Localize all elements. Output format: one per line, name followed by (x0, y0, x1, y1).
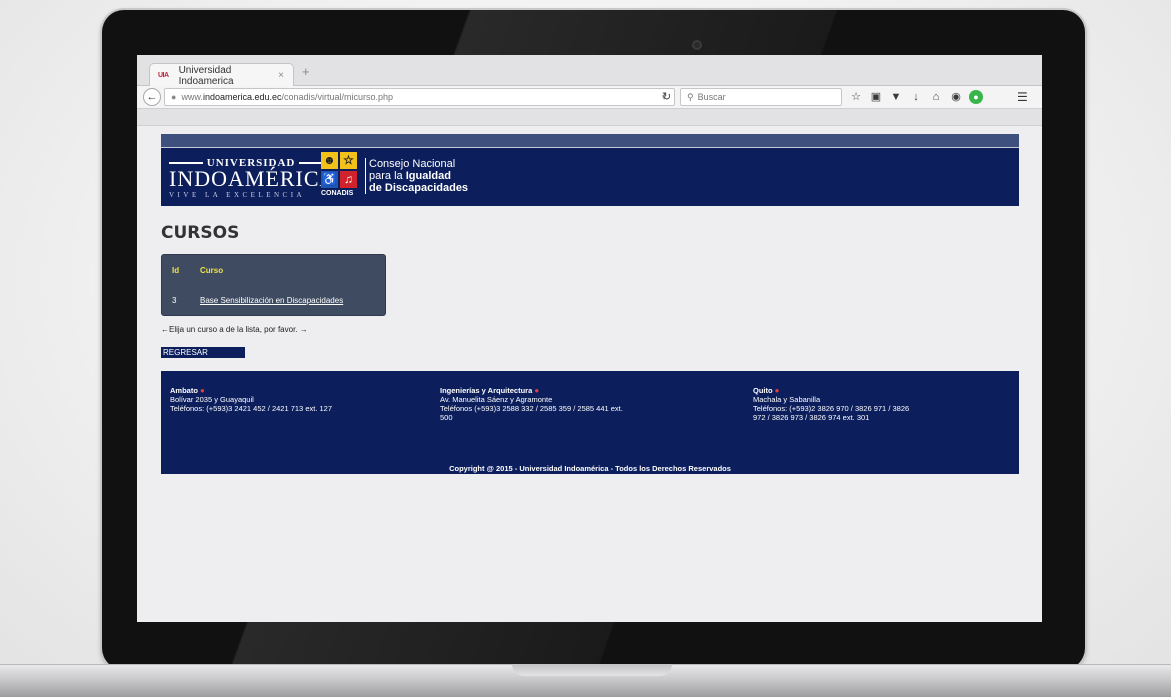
conadis-line2b: Igualdad (405, 170, 451, 182)
wheelchair-icon: ♿ (321, 171, 338, 188)
webcam (692, 40, 702, 50)
back-button[interactable]: ← (143, 88, 161, 106)
footer-campus-ingenierias: Ingenierías y Arquitectura ● Av. Manueli… (440, 386, 630, 422)
campus-name: Ingenierías y Arquitectura (440, 386, 533, 395)
browser-tab[interactable]: UIA Universidad Indoamerica × (149, 63, 294, 87)
course-link[interactable]: Base Sensibilización en Discapacidades (200, 296, 343, 305)
campus-address: Av. Manuelita Sáenz y Agramonte (440, 395, 553, 404)
chat-icon[interactable]: ◉ (949, 90, 963, 104)
map-pin-icon: ● (774, 386, 780, 395)
toolbar-icons: ☆ ▣ ▼ ↓ ⌂ ◉ ● (849, 90, 983, 104)
page-content: UNIVERSIDAD INDOAMÉRICA VIVE LA EXCELENC… (137, 126, 1042, 622)
courses-table: Id Curso 3 Base Sensibilización en Disca… (161, 254, 386, 316)
campus-phones: Teléfonos: (+593)3 2421 452 / 2421 713 e… (170, 404, 333, 413)
page-title: CURSOS (161, 223, 240, 243)
campus-address: Machala y Sabanilla (753, 395, 821, 404)
instruction-text: ←Elija un curso a de la lista, por favor… (161, 325, 308, 334)
conadis-line2a: para la (369, 170, 406, 182)
copyright-text: Copyright @ 2015 - Universidad Indoaméri… (449, 464, 731, 473)
header-top-strip (161, 134, 1019, 148)
star-icon[interactable]: ☆ (849, 90, 863, 104)
bookmark-bar (137, 109, 1042, 126)
site-header: UNIVERSIDAD INDOAMÉRICA VIVE LA EXCELENC… (161, 148, 1019, 206)
column-header-id: Id (172, 266, 180, 275)
footer-campus-quito: Quito ● Machala y Sabanilla Teléfonos: (… (753, 386, 913, 422)
map-pin-icon: ● (534, 386, 540, 395)
campus-address: Bolívar 2035 y Guayaquil (170, 395, 254, 404)
home-icon[interactable]: ⌂ (929, 90, 943, 104)
navigation-bar: ← ● www. indoamerica.edu.ec/conadis/virtu… (137, 86, 1042, 109)
new-tab-button[interactable]: + (302, 64, 310, 79)
back-button-regresar[interactable]: REGRESAR (161, 347, 245, 358)
search-placeholder: Buscar (697, 92, 726, 102)
pocket-icon[interactable]: ▼ (889, 90, 903, 104)
university-logo: UNIVERSIDAD INDOAMÉRICA VIVE LA EXCELENC… (169, 157, 336, 199)
tab-bar: UIA Universidad Indoamerica × + (137, 55, 1042, 87)
hearing-icon: ♫ (340, 171, 357, 188)
menu-icon[interactable]: ☰ (1017, 90, 1028, 104)
search-icon: ⚲ (687, 91, 694, 102)
reload-icon[interactable]: ↻ (662, 90, 671, 103)
campus-phones: Teléfonos: (+593)2 3826 970 / 3826 971 /… (753, 404, 910, 422)
site-footer: Ambato ● Bolívar 2035 y Guayaquil Teléfo… (161, 371, 1019, 474)
person-icon: ☻ (321, 152, 338, 169)
map-pin-icon: ● (200, 386, 205, 395)
download-icon[interactable]: ↓ (909, 90, 923, 104)
column-header-curso: Curso (200, 266, 224, 275)
conadis-line3: de Discapacidades (369, 182, 469, 194)
logo-line2: INDOAMÉRICA (169, 166, 337, 191)
conadis-logo: ☻ ☆ ♿ ♫ CONADIS (321, 152, 361, 200)
url-prefix: www. (181, 92, 203, 102)
logo-tagline: VIVE LA EXCELENCIA (169, 191, 306, 199)
conadis-name: Consejo Nacional para la Igualdad de Dis… (365, 158, 468, 194)
browser-window: UIA Universidad Indoamerica × + ← ● www.… (137, 55, 1042, 622)
cell-course-id: 3 (172, 296, 177, 305)
footer-campus-ambato: Ambato ● Bolívar 2035 y Guayaquil Teléfo… (170, 386, 350, 413)
conadis-label: CONADIS (321, 190, 354, 197)
laptop-notch (512, 664, 672, 676)
tab-title: Universidad Indoamerica (178, 64, 234, 87)
walking-cane-icon: ☆ (340, 152, 357, 169)
tab-close-icon[interactable]: × (278, 70, 284, 81)
conadis-line1: Consejo Nacional (369, 158, 456, 170)
url-path: /conadis/virtual/micurso.php (281, 92, 394, 102)
url-domain: indoamerica.edu.ec (202, 92, 282, 102)
campus-name: Ambato (170, 386, 198, 395)
tab-favicon: UIA (158, 72, 169, 79)
search-input[interactable]: ⚲ Buscar (680, 88, 842, 106)
globe-icon: ● (171, 92, 177, 102)
campus-name: Quito (753, 386, 773, 395)
campus-phones: Teléfonos (+593)3 2588 332 / 2585 359 / … (440, 404, 623, 422)
extension-icon[interactable]: ● (969, 90, 983, 104)
address-bar[interactable]: ● www. indoamerica.edu.ec/conadis/virtual… (164, 88, 675, 106)
clipboard-icon[interactable]: ▣ (869, 90, 883, 104)
